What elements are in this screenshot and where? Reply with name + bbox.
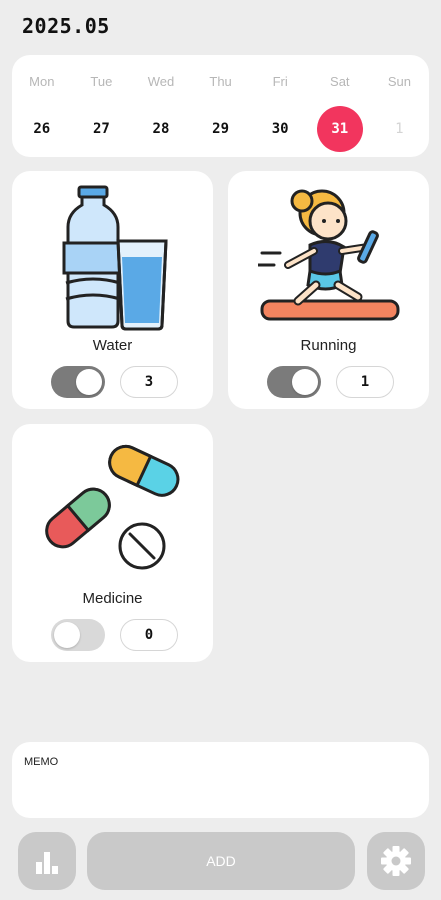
habit-card-water[interactable]: Water 3 <box>12 171 213 409</box>
day-of-week-label: Sat <box>330 74 350 89</box>
toggle-knob <box>292 369 318 395</box>
day-number[interactable]: 28 <box>138 106 184 152</box>
settings-button[interactable] <box>367 832 425 890</box>
calendar-day-sun[interactable]: Sun 1 <box>370 55 430 157</box>
toggle-knob <box>54 622 80 648</box>
habit-count[interactable]: 3 <box>120 366 178 398</box>
habit-card-medicine[interactable]: Medicine 0 <box>12 424 213 662</box>
day-of-week-label: Fri <box>272 74 288 89</box>
gear-icon <box>381 846 411 876</box>
habit-toggle[interactable] <box>51 619 105 651</box>
add-button[interactable]: ADD <box>87 832 355 890</box>
day-of-week-label: Sun <box>387 74 411 89</box>
day-number[interactable]: 1 <box>376 106 422 152</box>
day-number[interactable]: 26 <box>19 106 65 152</box>
day-number[interactable]: 27 <box>78 106 124 152</box>
habit-label: Medicine <box>82 590 143 607</box>
bar-chart-icon <box>36 852 58 874</box>
habit-card-running[interactable]: Running 1 <box>228 171 429 409</box>
stats-button[interactable] <box>18 832 76 890</box>
habit-count[interactable]: 0 <box>120 619 178 651</box>
runner-icon <box>256 181 403 335</box>
day-number[interactable]: 29 <box>198 106 244 152</box>
toggle-knob <box>76 369 102 395</box>
calendar-day-fri[interactable]: Fri 30 <box>250 55 310 157</box>
page-title: 2025.05 <box>22 14 110 38</box>
day-of-week-label: Wed <box>147 74 175 89</box>
week-calendar: Mon 26 Tue 27 Wed 28 Thu 29 Fri 30 Sat 3… <box>12 55 429 157</box>
calendar-day-sat[interactable]: Sat 31 <box>310 55 370 157</box>
habit-label: Water <box>92 337 133 354</box>
pills-icon <box>42 436 187 585</box>
calendar-day-mon[interactable]: Mon 26 <box>12 55 72 157</box>
habit-toggle[interactable] <box>267 366 321 398</box>
day-of-week-label: Mon <box>29 74 55 89</box>
calendar-day-thu[interactable]: Thu 29 <box>191 55 251 157</box>
habit-count[interactable]: 1 <box>336 366 394 398</box>
memo-field[interactable]: MEMO <box>12 742 429 818</box>
day-of-week-label: Tue <box>90 74 113 89</box>
habit-toggle[interactable] <box>51 366 105 398</box>
day-of-week-label: Thu <box>209 74 232 89</box>
day-number-selected[interactable]: 31 <box>316 106 363 152</box>
calendar-day-wed[interactable]: Wed 28 <box>131 55 191 157</box>
day-number[interactable]: 30 <box>257 106 303 152</box>
calendar-day-tue[interactable]: Tue 27 <box>72 55 132 157</box>
water-bottle-glass-icon <box>52 181 182 335</box>
habit-label: Running <box>300 337 357 354</box>
memo-label: MEMO <box>24 756 59 768</box>
